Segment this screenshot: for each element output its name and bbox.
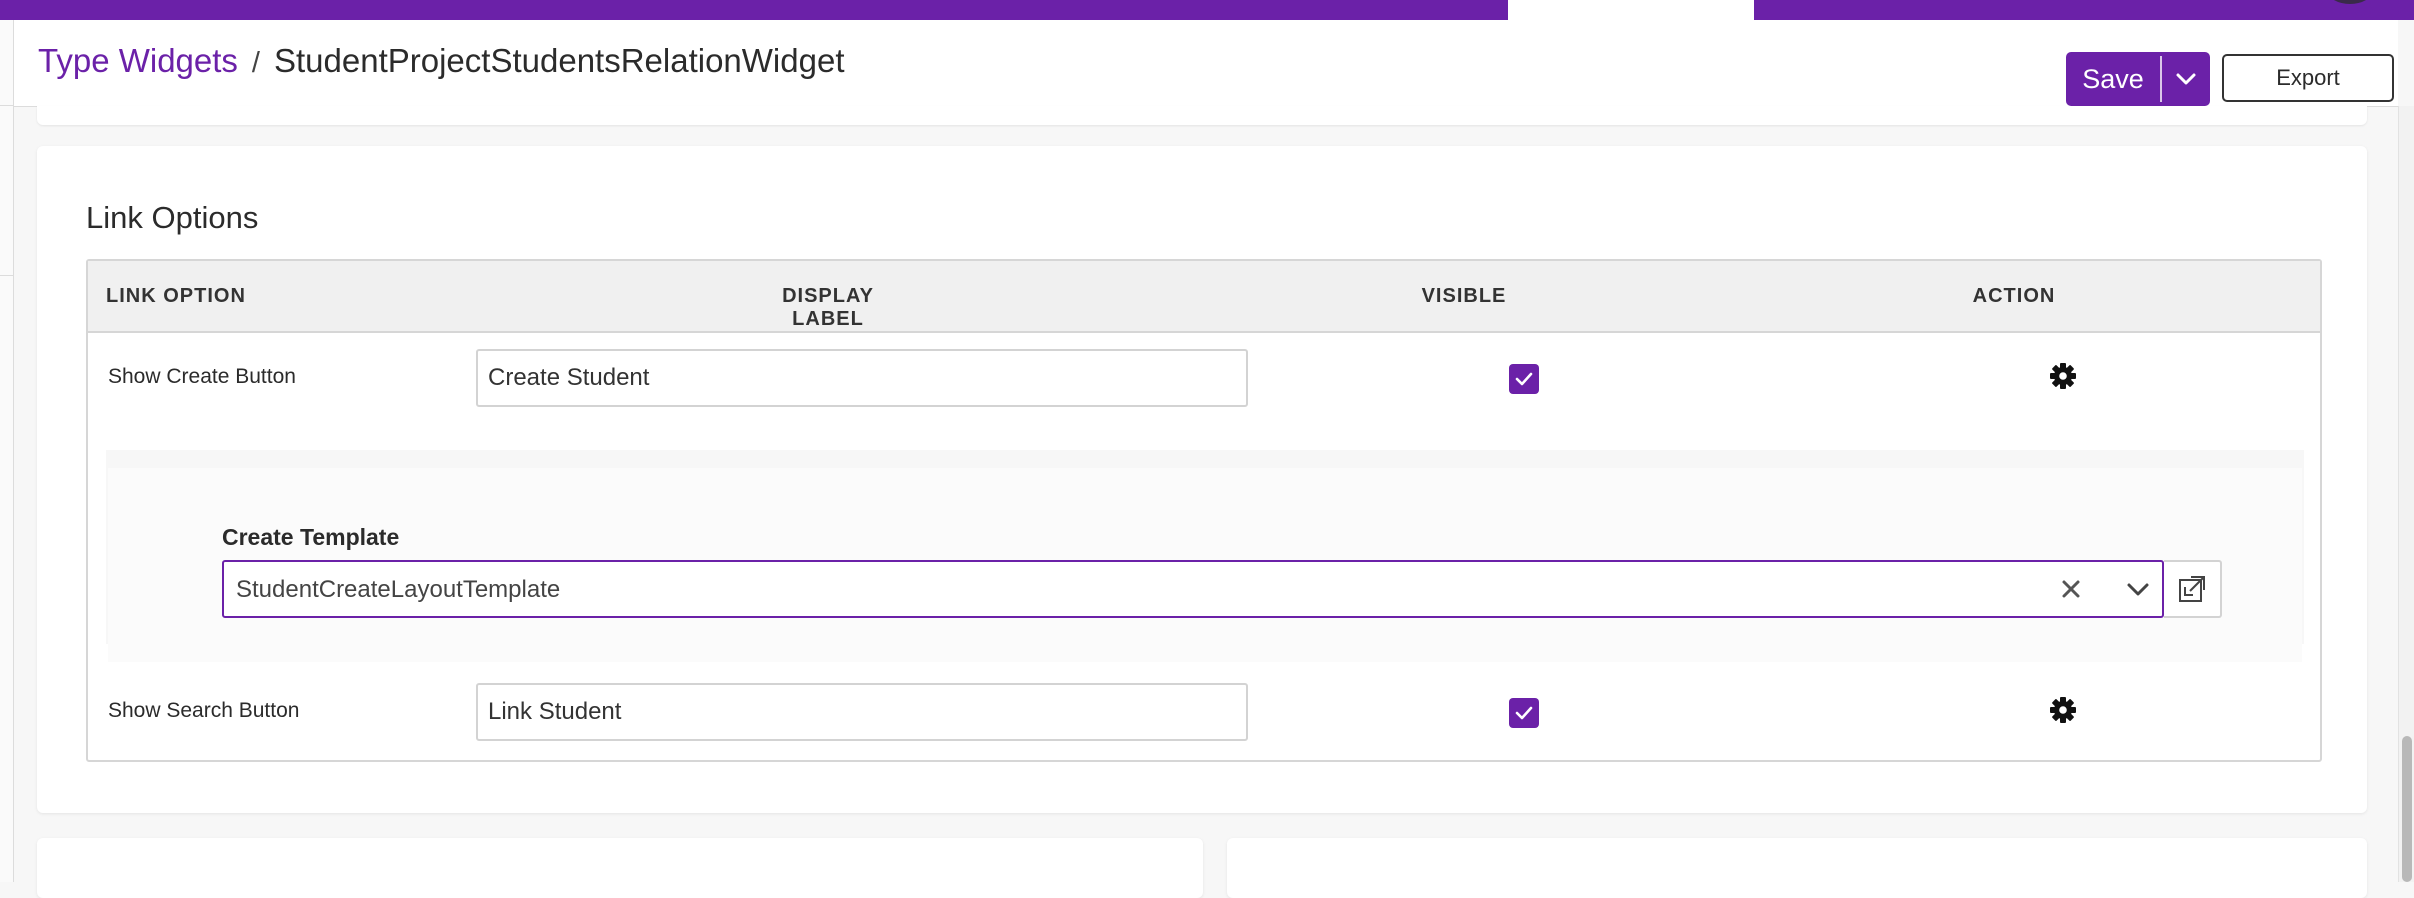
visible-checkbox[interactable] [1509, 698, 1539, 728]
link-option-label: Show Search Button [108, 699, 300, 722]
create-template-value: StudentCreateLayoutTemplate [236, 576, 561, 603]
page-header: Type Widgets / StudentProjectStudentsRel… [14, 20, 2398, 107]
checkmark-icon [1515, 372, 1533, 386]
chevron-down-icon [2127, 583, 2149, 596]
display-label-input[interactable] [476, 683, 1248, 741]
section-title: Link Options [86, 200, 259, 235]
column-header-action: ACTION [1972, 285, 2056, 307]
column-header-visible: VISIBLE [1421, 285, 1507, 307]
column-header-link-option: LINK OPTION [106, 285, 246, 307]
save-split-button: Save [2066, 52, 2210, 106]
export-button[interactable]: Export [2222, 54, 2394, 102]
save-button-divider [2160, 56, 2162, 102]
top-navigation-bar [0, 0, 2414, 20]
left-sidebar-edge [0, 20, 14, 882]
active-top-tab[interactable] [1508, 0, 1754, 20]
breadcrumb: Type Widgets / StudentProjectStudentsRel… [38, 42, 845, 80]
sidebar-divider [0, 275, 13, 276]
display-label-input[interactable] [476, 349, 1248, 407]
close-icon [2062, 580, 2080, 598]
table-header: LINK OPTION DISPLAY LABEL VISIBLE ACTION [88, 261, 2320, 333]
checkmark-icon [1515, 706, 1533, 720]
sidebar-divider [0, 105, 13, 106]
link-option-label: Show Create Button [108, 365, 296, 388]
create-template-label: Create Template [222, 524, 400, 550]
previous-section-card [37, 106, 2367, 125]
link-options-table: LINK OPTION DISPLAY LABEL VISIBLE ACTION… [86, 259, 2322, 762]
chevron-down-icon [2176, 73, 2196, 85]
open-dropdown-button[interactable] [2122, 574, 2154, 606]
create-template-select[interactable]: StudentCreateLayoutTemplate [222, 560, 2164, 618]
breadcrumb-parent-link[interactable]: Type Widgets [38, 42, 238, 80]
save-options-dropdown[interactable] [2162, 72, 2210, 86]
scrollbar-thumb[interactable] [2402, 736, 2412, 882]
clear-selection-button[interactable] [2056, 574, 2086, 604]
next-section-card [1227, 838, 2367, 898]
action-settings-button[interactable] [2047, 360, 2079, 392]
save-button[interactable]: Save [2066, 64, 2160, 95]
column-header-display-label: DISPLAY LABEL [782, 285, 874, 330]
user-avatar[interactable] [2328, 0, 2372, 4]
breadcrumb-separator: / [251, 47, 260, 79]
next-section-card [37, 838, 1203, 898]
create-template-panel: Create Template StudentCreateLayoutTempl… [106, 450, 2304, 662]
external-window-icon [2179, 576, 2205, 602]
link-options-card: Link Options LINK OPTION DISPLAY LABEL V… [37, 146, 2367, 813]
visible-checkbox[interactable] [1509, 364, 1539, 394]
gear-icon [2050, 697, 2076, 723]
page-scrollbar[interactable] [2398, 106, 2414, 882]
action-settings-button[interactable] [2047, 694, 2079, 726]
page-title: StudentProjectStudentsRelationWidget [273, 42, 845, 79]
open-template-button[interactable] [2164, 560, 2222, 618]
gear-icon [2050, 363, 2076, 389]
